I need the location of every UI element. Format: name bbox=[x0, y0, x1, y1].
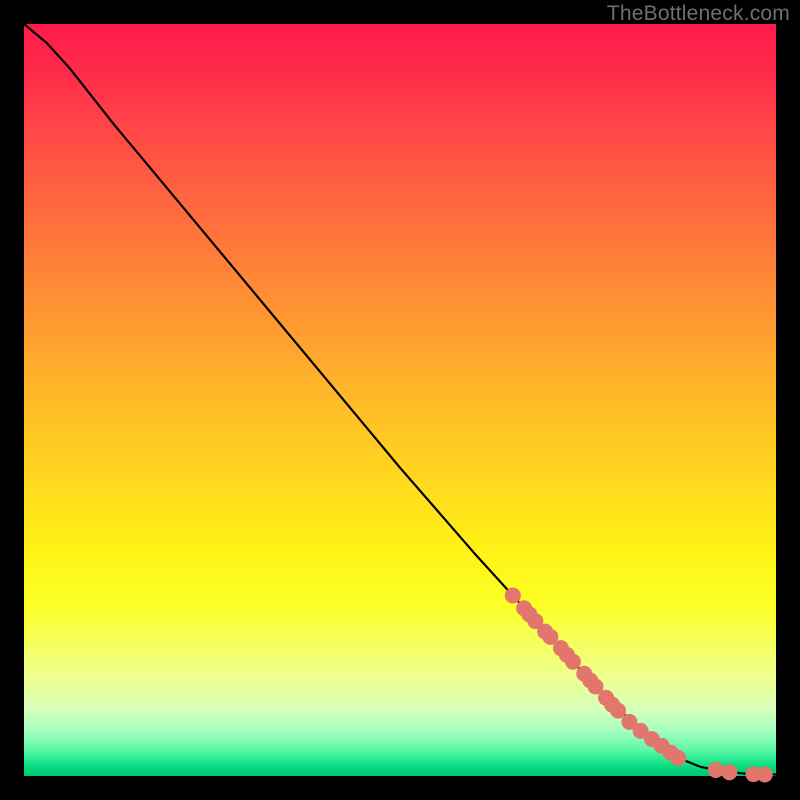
chart-frame: TheBottleneck.com bbox=[0, 0, 800, 800]
data-point bbox=[565, 654, 581, 670]
curve-line bbox=[24, 24, 776, 775]
data-point bbox=[708, 762, 724, 778]
data-points-group bbox=[505, 588, 773, 783]
plot-area bbox=[24, 24, 776, 776]
data-point bbox=[757, 767, 773, 783]
data-point bbox=[505, 588, 521, 604]
data-point bbox=[721, 764, 737, 780]
data-point bbox=[610, 703, 626, 719]
chart-svg bbox=[24, 24, 776, 776]
watermark-text: TheBottleneck.com bbox=[607, 2, 790, 26]
data-point bbox=[670, 750, 686, 766]
